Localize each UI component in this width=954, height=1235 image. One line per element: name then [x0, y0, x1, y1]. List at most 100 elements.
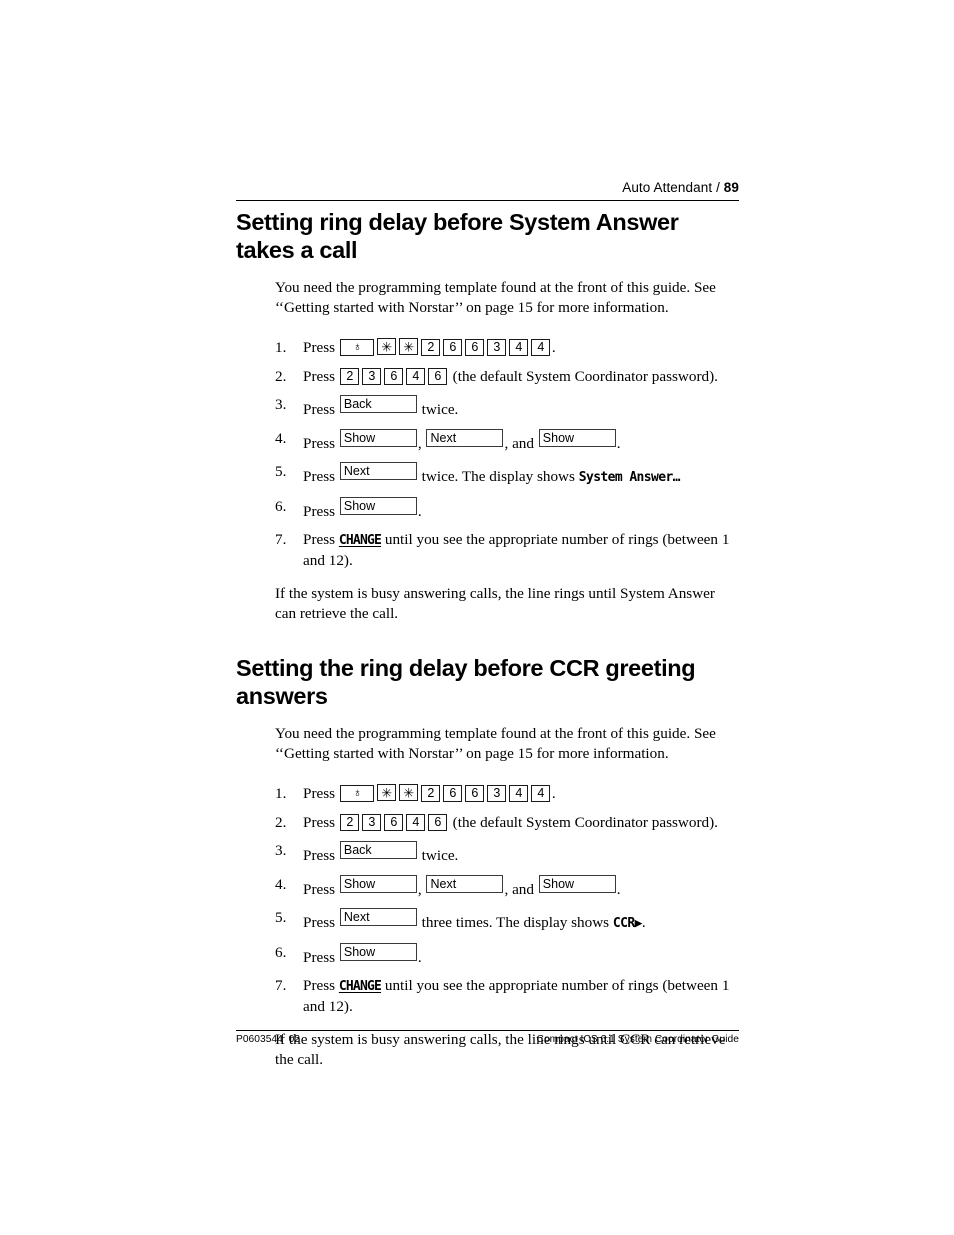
section-1-outro: If the system is busy answering calls, t…: [275, 585, 715, 622]
step-number: 1.: [275, 339, 287, 356]
dialpad-key[interactable]: 6: [465, 785, 485, 802]
step-text: Press Show.: [303, 942, 739, 968]
dialpad-key[interactable]: 6: [384, 813, 404, 831]
step-text: Press Show, Next, and Show.: [303, 874, 739, 900]
section-ccr-greeting: Setting the ring delay before CCR greeti…: [236, 654, 739, 1069]
step-number: 1.: [275, 785, 287, 802]
step-item: 2. Press 23646 (the default System Coord…: [275, 367, 739, 387]
softkey-next[interactable]: Next: [426, 428, 504, 447]
step-trailing: .: [551, 785, 556, 802]
softkey-show[interactable]: Show: [339, 496, 417, 515]
step-trailing: .: [641, 914, 646, 931]
step-item: 7. Press CHANGE until you see the approp…: [275, 976, 739, 1016]
step-verb: Press: [303, 468, 336, 485]
step-number: 4.: [275, 875, 287, 893]
star-key[interactable]: ✳: [399, 338, 419, 355]
footer-doc-revision: 02: [288, 1034, 301, 1045]
step-text: Press Next twice. The display shows Syst…: [303, 462, 739, 488]
dialpad-key[interactable]: 3: [362, 813, 382, 831]
asterisk-icon: ✳: [403, 785, 415, 801]
step-number: 5.: [275, 463, 287, 480]
document-page: Auto Attendant / 89 Setting ring delay b…: [236, 0, 739, 1235]
step-text: Press CHANGE until you see the appropria…: [303, 530, 739, 570]
step-text: Press 23646 (the default System Coordina…: [303, 813, 739, 833]
dialpad-key[interactable]: 4: [406, 813, 426, 831]
star-key[interactable]: ✳: [377, 784, 397, 801]
step-verb: Press: [303, 948, 336, 966]
step-item: 3. Press Back twice.: [275, 841, 739, 866]
section-system-answer: Setting ring delay before System Answer …: [236, 208, 739, 623]
feature-key[interactable]: ♁: [340, 339, 375, 356]
step-trailing: twice.: [421, 401, 459, 418]
dialpad-key[interactable]: 2: [340, 813, 360, 831]
dialpad-key[interactable]: 6: [428, 813, 448, 831]
feature-key[interactable]: ♁: [340, 785, 375, 802]
section-2-heading: Setting the ring delay before CCR greeti…: [236, 655, 696, 709]
dialpad-key[interactable]: 4: [531, 785, 551, 802]
section-2-intro: You need the programming template found …: [275, 725, 716, 762]
dialpad-key[interactable]: 2: [421, 339, 441, 356]
step-text: Press Next three times. The display show…: [303, 908, 739, 934]
lcd-softkey-change[interactable]: CHANGE: [339, 979, 382, 994]
step-trailing: .: [417, 948, 422, 966]
step-verb: Press: [303, 502, 336, 520]
dialpad-key[interactable]: 6: [465, 339, 485, 356]
step-verb: Press: [303, 914, 336, 931]
step-verb: Press: [303, 367, 336, 385]
step-verb: Press: [303, 813, 336, 831]
header-chapter: Auto Attendant: [622, 180, 713, 195]
step-item: 6. Press Show.: [275, 496, 739, 522]
step-item: 4. Press Show, Next, and Show.: [275, 428, 739, 454]
dialpad-key[interactable]: 3: [487, 339, 507, 356]
step-verb: Press: [303, 847, 336, 864]
lcd-right-arrow-icon: ▶: [634, 916, 643, 931]
dialpad-key[interactable]: 6: [428, 367, 448, 385]
step-item: 1. Press ♁ ✳ ✳ 2 6 6 3 4 4.: [275, 784, 739, 804]
step-number: 2.: [275, 367, 287, 385]
step-number: 4.: [275, 429, 287, 447]
dialpad-key[interactable]: 6: [384, 367, 404, 385]
section-2-steps: 1. Press ♁ ✳ ✳ 2 6 6 3 4 4. 2. Press 23646 (the …: [275, 784, 739, 1016]
dialpad-key[interactable]: 4: [406, 367, 426, 385]
softkey-show[interactable]: Show: [538, 874, 616, 893]
lcd-softkey-change[interactable]: CHANGE: [339, 533, 382, 548]
dialpad-key[interactable]: 3: [487, 785, 507, 802]
softkey-show[interactable]: Show: [339, 874, 417, 893]
dialpad-key[interactable]: 4: [509, 785, 529, 802]
softkey-next[interactable]: Next: [426, 874, 504, 893]
softkey-back[interactable]: Back: [339, 395, 417, 413]
star-key[interactable]: ✳: [377, 338, 397, 355]
step-item: 1. Press ♁ ✳ ✳ 2 6 6 3 4 4.: [275, 338, 739, 358]
star-key[interactable]: ✳: [399, 784, 419, 801]
footer-divider: [236, 1030, 739, 1031]
step-trailing: .: [551, 339, 556, 356]
step-verb: Press: [303, 434, 336, 452]
dialpad-key[interactable]: 6: [443, 339, 463, 356]
footer-guide-title: Compact ICS 6.1 System Coordinator Guide: [536, 1034, 739, 1045]
section-1-intro: You need the programming template found …: [275, 279, 716, 316]
softkey-next[interactable]: Next: [339, 908, 417, 926]
footer-doc-number: P0603544: [236, 1034, 283, 1045]
softkey-back[interactable]: Back: [339, 841, 417, 859]
page-content: Setting ring delay before System Answer …: [236, 208, 739, 1069]
step-number: 7.: [275, 977, 287, 994]
dialpad-key[interactable]: 2: [421, 785, 441, 802]
step-text: Press 23646 (the default System Coordina…: [303, 367, 739, 387]
dialpad-key[interactable]: 2: [340, 367, 360, 385]
step-text: Press Show, Next, and Show.: [303, 428, 739, 454]
softkey-show[interactable]: Show: [339, 428, 417, 447]
lcd-display-text: System Answer…: [578, 470, 681, 485]
step-trailing: .: [616, 880, 621, 898]
dialpad-key[interactable]: 4: [531, 339, 551, 356]
feature-icon: ♁: [352, 785, 362, 800]
step-item: 7. Press CHANGE until you see the approp…: [275, 530, 739, 570]
dialpad-key[interactable]: 3: [362, 367, 382, 385]
lcd-display-text: CCR: [612, 916, 635, 931]
dialpad-key[interactable]: 4: [509, 339, 529, 356]
softkey-show[interactable]: Show: [538, 428, 616, 447]
step-verb: Press: [303, 401, 336, 418]
softkey-show[interactable]: Show: [339, 942, 417, 961]
softkey-next[interactable]: Next: [339, 462, 417, 480]
dialpad-key[interactable]: 6: [443, 785, 463, 802]
step-item: 3. Press Back twice.: [275, 395, 739, 420]
